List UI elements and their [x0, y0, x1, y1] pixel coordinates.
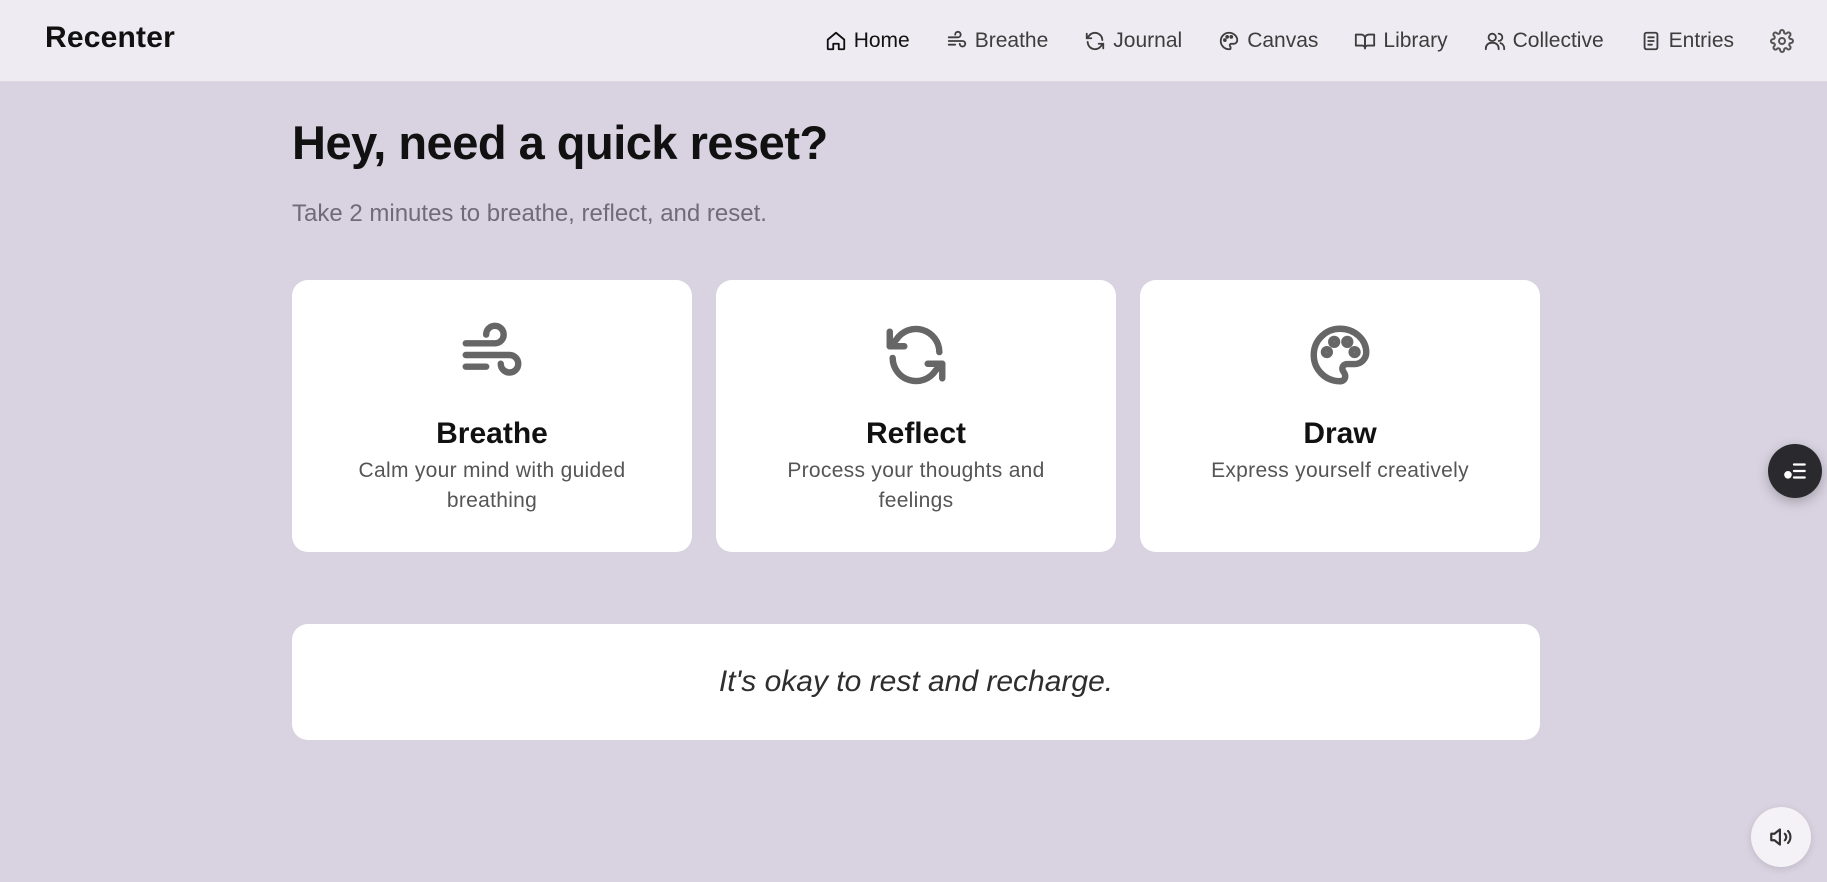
- nav-item-canvas[interactable]: Canvas: [1218, 29, 1318, 53]
- draw-card[interactable]: Draw Express yourself creatively: [1140, 280, 1540, 552]
- page-subtitle: Take 2 minutes to breathe, reflect, and …: [292, 200, 767, 227]
- breathe-card[interactable]: Breathe Calm your mind with guided breat…: [292, 280, 692, 552]
- nav-item-journal[interactable]: Journal: [1084, 29, 1182, 53]
- speaker-icon: [1770, 828, 1792, 846]
- nav-label-library: Library: [1383, 29, 1448, 52]
- nav-label-collective: Collective: [1512, 29, 1604, 52]
- list-check-icon: [1784, 463, 1806, 479]
- affirmation-box: It's okay to rest and recharge.: [292, 624, 1540, 740]
- users-icon: [1484, 32, 1505, 51]
- nav-item-breathe[interactable]: Breathe: [946, 29, 1049, 53]
- reflect-card[interactable]: Reflect Process your thoughts and feelin…: [716, 280, 1116, 552]
- card-description: Express yourself creatively: [1211, 459, 1469, 482]
- card-description: Process your thoughts and feelings: [787, 459, 1045, 512]
- palette-icon: [1220, 31, 1239, 51]
- sound-toggle-button[interactable]: [1751, 807, 1811, 867]
- affirmation-text: It's okay to rest and recharge.: [718, 665, 1114, 698]
- nav-label-breathe: Breathe: [974, 29, 1049, 52]
- document-icon: [1643, 31, 1658, 51]
- card-title: Breathe: [436, 417, 548, 450]
- nav-item-collective[interactable]: Collective: [1484, 29, 1604, 53]
- settings-button[interactable]: [1770, 29, 1794, 53]
- refresh-icon: [1086, 31, 1105, 51]
- wind-icon: [947, 30, 966, 48]
- top-navigation-bar: Recenter Home Breathe Journal Canvas Lib…: [0, 0, 1827, 82]
- card-title: Draw: [1303, 417, 1377, 450]
- page-title: Hey, need a quick reset?: [292, 116, 828, 169]
- nav-item-library[interactable]: Library: [1354, 29, 1448, 53]
- nav-label-journal: Journal: [1113, 29, 1183, 52]
- main-nav: Home Breathe Journal Canvas Library Coll…: [825, 0, 1827, 82]
- app-logo-text[interactable]: Recenter: [45, 21, 175, 55]
- gear-icon: [1770, 29, 1794, 53]
- nav-item-entries[interactable]: Entries: [1640, 29, 1734, 53]
- nav-item-home[interactable]: Home: [825, 29, 910, 53]
- palette-icon: [1305, 320, 1375, 390]
- nav-label-home: Home: [853, 29, 910, 52]
- home-icon: [826, 31, 845, 51]
- card-title: Reflect: [865, 417, 967, 450]
- nav-label-canvas: Canvas: [1247, 29, 1319, 52]
- book-icon: [1355, 33, 1376, 50]
- wind-icon: [457, 320, 527, 390]
- nav-label-entries: Entries: [1668, 29, 1734, 52]
- refresh-icon: [881, 320, 951, 390]
- task-list-button[interactable]: [1768, 444, 1822, 498]
- card-description: Calm your mind with guided breathing: [358, 459, 626, 512]
